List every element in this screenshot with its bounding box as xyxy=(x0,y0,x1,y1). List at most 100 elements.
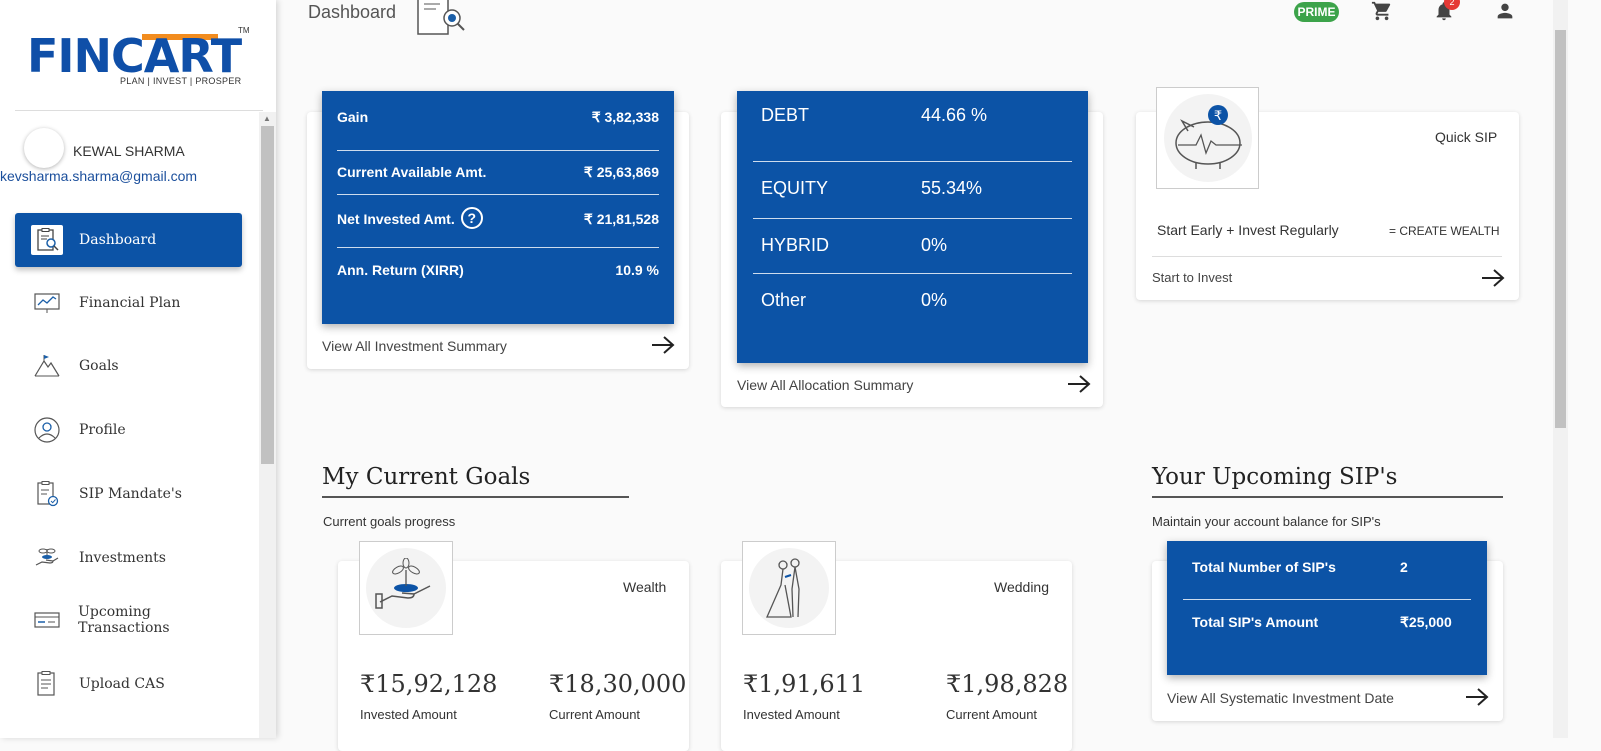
arrow-right-icon[interactable] xyxy=(650,334,676,361)
sidebar-item-label: Upcoming Transactions xyxy=(78,604,170,636)
sidebar: FINCART TM PLAN | INVEST | PROSPER KEWAL… xyxy=(0,0,276,738)
goal-current-amount: ₹1,98,828 xyxy=(946,670,1069,698)
wedding-icon xyxy=(749,548,829,628)
arrow-right-icon[interactable] xyxy=(1066,373,1092,400)
view-allocation-summary-link[interactable]: View All Allocation Summary xyxy=(737,377,913,393)
summary-row-net-invested: Net Invested Amt. ? ₹ 21,81,528 xyxy=(337,195,659,248)
upload-cas-icon xyxy=(31,669,63,699)
wealth-icon-box xyxy=(359,541,453,635)
summary-label: Current Available Amt. xyxy=(337,164,487,180)
goal-invested-amount: ₹15,92,128 xyxy=(360,670,498,698)
start-to-invest-link[interactable]: Start to Invest xyxy=(1152,270,1232,285)
goal-invested-amount: ₹1,91,611 xyxy=(743,670,866,698)
sidebar-item-label: Upload CAS xyxy=(79,676,165,692)
upcoming-sip-subheading: Maintain your account balance for SIP's xyxy=(1152,514,1381,529)
page-scrollbar[interactable] xyxy=(1553,0,1568,738)
allocation-row-equity: EQUITY 55.34% xyxy=(753,162,1072,219)
profile-icon xyxy=(31,415,63,445)
divider xyxy=(15,110,263,111)
sidebar-item-label: Investments xyxy=(79,550,166,566)
piggy-bank-icon: ₹ xyxy=(1163,94,1252,182)
dashboard-report-icon xyxy=(416,0,466,38)
divider xyxy=(1152,256,1502,257)
goals-heading-underline xyxy=(322,496,629,498)
summary-value: ₹ 25,63,869 xyxy=(583,164,659,180)
upcoming-sip-heading-underline xyxy=(1152,496,1503,498)
investment-summary-panel: Gain ₹ 3,82,338 Current Available Amt. ₹… xyxy=(322,91,674,324)
scroll-up-icon[interactable]: ▲ xyxy=(263,114,271,123)
allocation-row-debt: DEBT 44.66 % xyxy=(753,105,1072,162)
avatar[interactable] xyxy=(24,128,64,168)
current-amount-label: Current Amount xyxy=(549,707,641,722)
allocation-row-hybrid: HYBRID 0% xyxy=(753,219,1072,274)
account-icon[interactable] xyxy=(1494,0,1516,22)
sidebar-item-profile[interactable]: Profile xyxy=(15,403,242,457)
sip-value: 2 xyxy=(1400,559,1408,575)
allocation-label: DEBT xyxy=(761,105,810,125)
notification-count-badge: 2 xyxy=(1444,0,1460,10)
quick-sip-tagline: Start Early + Invest Regularly xyxy=(1157,222,1339,238)
invested-amount-label: Invested Amount xyxy=(360,707,457,722)
summary-label: Gain xyxy=(337,109,369,125)
investments-icon xyxy=(31,543,63,573)
sip-row-amount: Total SIP's Amount ₹25,000 xyxy=(1183,600,1471,640)
upcoming-transactions-icon xyxy=(31,605,62,635)
page-scrollbar-thumb[interactable] xyxy=(1555,30,1566,428)
sip-label: Total SIP's Amount xyxy=(1192,614,1319,630)
sidebar-item-investments[interactable]: Investments xyxy=(15,531,242,585)
sidebar-item-sip-mandates[interactable]: SIP Mandate's xyxy=(15,467,242,521)
logo-tagline: PLAN | INVEST | PROSPER xyxy=(120,76,242,86)
view-investment-summary-link[interactable]: View All Investment Summary xyxy=(322,338,507,354)
goals-heading: My Current Goals xyxy=(322,464,531,490)
sip-mandate-icon xyxy=(31,479,63,509)
goal-name: Wealth xyxy=(623,579,667,595)
allocation-value: 44.66 % xyxy=(921,105,988,125)
financial-plan-icon xyxy=(31,288,63,318)
user-name: KEWAL SHARMA xyxy=(73,143,185,159)
goal-current-amount: ₹18,30,000 xyxy=(549,670,687,698)
prime-badge[interactable]: PRIME xyxy=(1294,2,1339,22)
goals-subheading: Current goals progress xyxy=(323,514,456,529)
view-sip-dates-link[interactable]: View All Systematic Investment Date xyxy=(1167,690,1394,706)
allocation-value: 0% xyxy=(921,235,948,255)
summary-row-current-available: Current Available Amt. ₹ 25,63,869 xyxy=(337,151,659,195)
cart-icon[interactable] xyxy=(1371,0,1393,22)
sidebar-scrollbar[interactable]: ▲ xyxy=(259,112,276,738)
summary-value: ₹ 21,81,528 xyxy=(583,211,659,227)
sidebar-item-label: SIP Mandate's xyxy=(79,486,182,502)
logo-tm: TM xyxy=(238,26,250,35)
svg-text:₹: ₹ xyxy=(1213,109,1221,124)
arrow-right-icon[interactable] xyxy=(1464,686,1490,713)
page-title: Dashboard xyxy=(308,2,397,22)
invested-amount-label: Invested Amount xyxy=(743,707,840,722)
sip-value: ₹25,000 xyxy=(1400,614,1452,630)
sidebar-scrollbar-thumb[interactable] xyxy=(261,126,274,464)
goals-icon xyxy=(31,351,63,381)
summary-label: Net Invested Amt. xyxy=(337,211,455,227)
allocation-label: Other xyxy=(761,290,807,310)
sidebar-item-goals[interactable]: Goals xyxy=(15,339,242,393)
arrow-right-icon[interactable] xyxy=(1480,267,1506,294)
dashboard-icon xyxy=(31,225,63,255)
help-icon[interactable]: ? xyxy=(460,207,483,229)
allocation-row-other: Other 0% xyxy=(753,274,1072,329)
summary-value: 10.9 % xyxy=(615,262,659,278)
sidebar-item-label: Financial Plan xyxy=(79,295,181,311)
allocation-value: 55.34% xyxy=(921,178,983,198)
upcoming-sip-heading: Your Upcoming SIP's xyxy=(1152,464,1398,490)
fincart-logo[interactable]: FINCART TM PLAN | INVEST | PROSPER xyxy=(24,26,254,90)
summary-label-wrap: Net Invested Amt. ? xyxy=(337,207,483,247)
logo-text: FINCART xyxy=(27,29,242,83)
summary-label: Ann. Return (XIRR) xyxy=(337,262,464,278)
allocation-value: 0% xyxy=(921,290,948,310)
sidebar-item-label: Dashboard xyxy=(79,232,157,248)
summary-row-xirr: Ann. Return (XIRR) 10.9 % xyxy=(337,248,659,288)
sidebar-item-financial-plan[interactable]: Financial Plan xyxy=(15,276,242,330)
sidebar-item-upcoming-transactions[interactable]: Upcoming Transactions xyxy=(15,593,242,647)
sip-row-count: Total Number of SIP's 2 xyxy=(1183,559,1471,600)
allocation-label: EQUITY xyxy=(761,178,829,198)
current-amount-label: Current Amount xyxy=(946,707,1038,722)
sidebar-item-upload-cas[interactable]: Upload CAS xyxy=(15,657,242,711)
quick-sip-title: Quick SIP xyxy=(1435,129,1498,145)
sidebar-item-dashboard[interactable]: Dashboard xyxy=(15,213,242,267)
